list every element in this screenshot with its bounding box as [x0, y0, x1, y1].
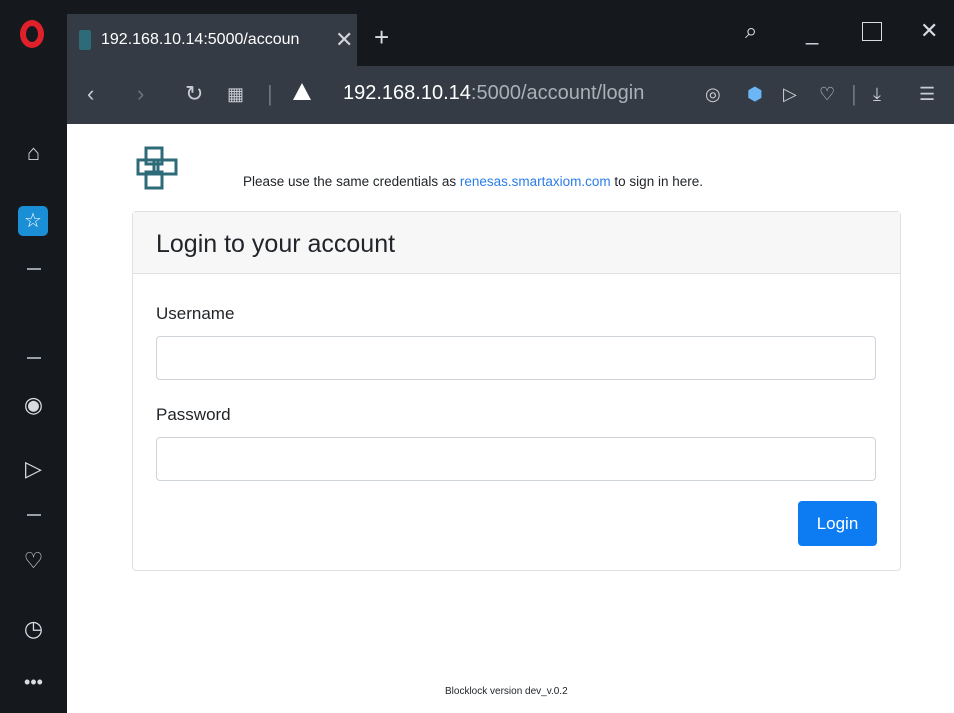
password-label: Password — [156, 405, 231, 424]
sidebar-divider — [27, 268, 41, 270]
credentials-notice: Please use the same credentials as renes… — [243, 174, 703, 189]
send-icon[interactable]: ▷ — [783, 82, 797, 106]
opera-logo-icon[interactable] — [20, 20, 44, 48]
separator: | — [851, 81, 857, 106]
settings-icon[interactable]: ☰ — [919, 82, 935, 106]
tab-title: 192.168.10.14:5000/accoun — [101, 31, 300, 48]
username-label: Username — [156, 304, 235, 323]
app-logo — [136, 146, 178, 190]
download-icon[interactable]: ⤓ — [873, 82, 881, 106]
login-button[interactable]: Login — [798, 501, 877, 546]
favicon-icon — [79, 30, 91, 50]
search-icon[interactable]: ⌕ — [745, 18, 757, 44]
speed-dial-icon[interactable]: ☆ — [18, 206, 48, 236]
more-icon[interactable]: ••• — [0, 672, 67, 693]
sidebar-divider — [27, 514, 41, 516]
sidebar: ⌂ ☆ ◉ ▷ ♡ ◷ ••• — [0, 66, 67, 713]
heart-icon[interactable]: ♡ — [819, 82, 835, 106]
version-footer: Blocklock version dev_v.0.2 — [445, 686, 568, 697]
send-icon[interactable]: ▷ — [0, 456, 67, 482]
player-icon[interactable]: ◉ — [0, 392, 67, 418]
reload-icon[interactable]: ↻ — [185, 82, 203, 106]
smartaxiom-link[interactable]: renesas.smartaxiom.com — [460, 174, 611, 189]
grid-icon[interactable]: ▦ — [227, 82, 244, 106]
page-content: Please use the same credentials as renes… — [67, 124, 954, 713]
forward-icon[interactable]: › — [137, 82, 144, 106]
login-card: Login to your account Username Password … — [132, 211, 901, 571]
camera-icon[interactable]: ◎ — [705, 82, 721, 106]
back-icon[interactable]: ‹ — [87, 82, 94, 106]
minimize-icon[interactable]: _ — [806, 20, 818, 46]
card-header: Login to your account — [133, 212, 900, 274]
address-bar: ‹ › ↻ ▦ | 192.168.10.14:5000/account/log… — [67, 66, 954, 124]
close-icon[interactable]: ✕ — [920, 18, 938, 44]
url-field[interactable]: 192.168.10.14:5000/account/login — [343, 82, 644, 105]
username-field[interactable] — [156, 336, 876, 380]
browser-window: 192.168.10.14:5000/accoun ✕ + ⌕ _ ✕ ‹ › … — [0, 0, 954, 713]
card-title: Login to your account — [156, 230, 396, 258]
tab-bar: 192.168.10.14:5000/accoun ✕ + ⌕ _ ✕ — [0, 0, 954, 66]
active-tab[interactable]: 192.168.10.14:5000/accoun ✕ — [67, 14, 357, 66]
separator: | — [267, 81, 273, 106]
warning-icon[interactable] — [293, 83, 311, 100]
password-field[interactable] — [156, 437, 876, 481]
home-icon[interactable]: ⌂ — [0, 140, 67, 166]
shield-icon[interactable]: ⬢ — [747, 82, 763, 106]
maximize-icon[interactable] — [862, 22, 882, 41]
history-icon[interactable]: ◷ — [0, 616, 67, 642]
heart-icon[interactable]: ♡ — [0, 548, 67, 574]
plus-icon[interactable]: + — [374, 24, 389, 50]
sidebar-divider — [27, 357, 41, 359]
close-icon[interactable]: ✕ — [335, 27, 353, 53]
